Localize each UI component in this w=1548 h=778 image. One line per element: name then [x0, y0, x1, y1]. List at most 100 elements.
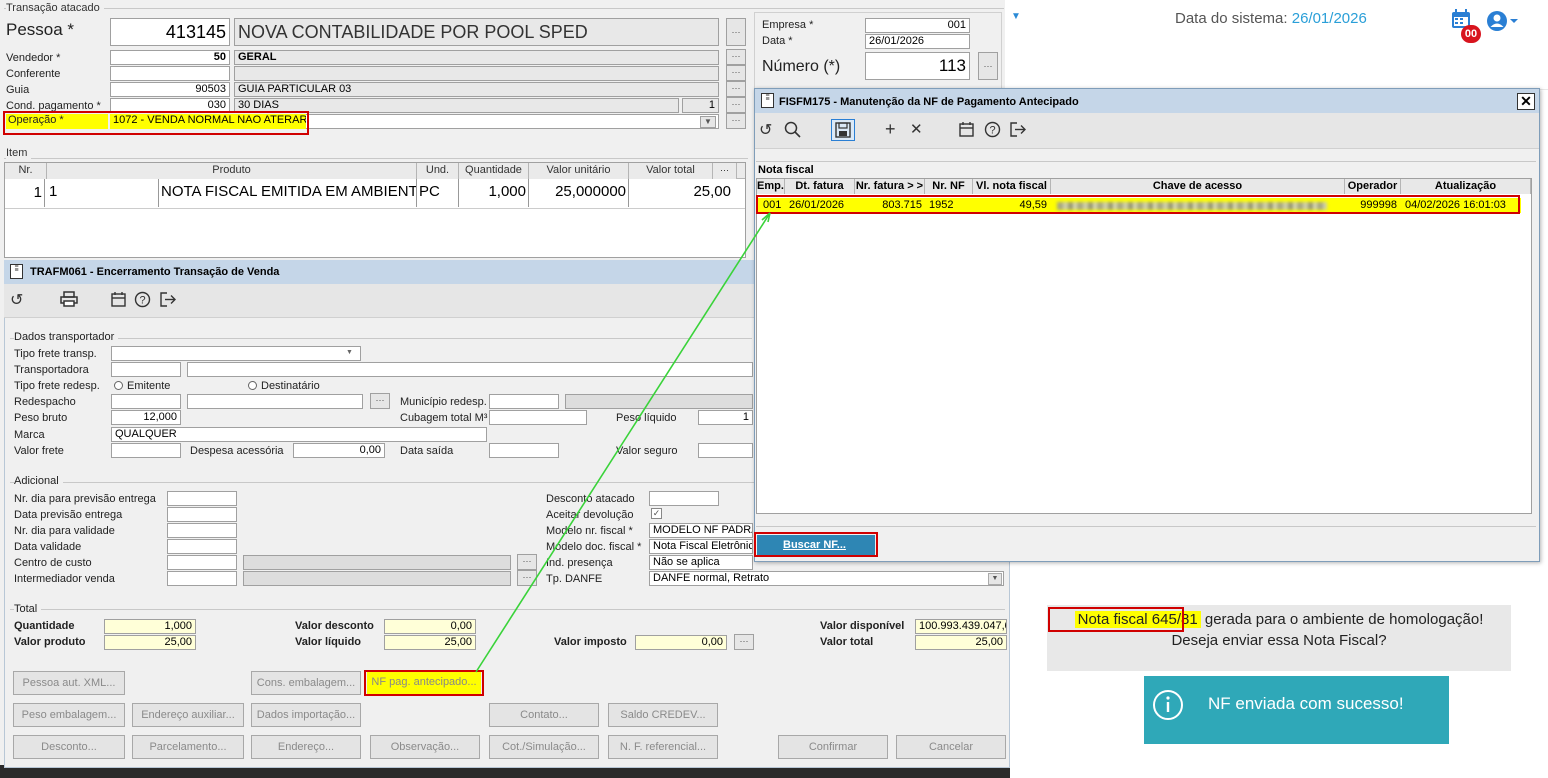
- item-col-config-icon[interactable]: ⋯: [713, 163, 737, 179]
- numero-input[interactable]: 113: [865, 52, 970, 80]
- nf-col-vl-nota[interactable]: Vl. nota fiscal: [973, 179, 1051, 194]
- valor-imposto-lookup-button[interactable]: ⋯: [734, 634, 754, 650]
- data-prev-input[interactable]: [167, 507, 237, 522]
- redespacho-code-input[interactable]: [111, 394, 181, 409]
- parcelamento-button[interactable]: Parcelamento...: [132, 735, 244, 759]
- cons-embalagem-button[interactable]: Cons. embalagem...: [251, 671, 361, 695]
- item-col-produto[interactable]: Produto: [47, 163, 417, 179]
- add-icon[interactable]: +: [885, 119, 896, 140]
- help-icon[interactable]: ?: [134, 291, 151, 313]
- peso-bruto-input[interactable]: 12,000: [111, 410, 181, 425]
- user-avatar-icon[interactable]: [1486, 10, 1520, 32]
- tp-danfe-select[interactable]: DANFE normal, Retrato: [649, 571, 1004, 586]
- ind-presenca-select[interactable]: Não se aplica: [649, 555, 753, 570]
- valor-seguro-label: Valor seguro: [616, 445, 678, 457]
- observacao-button[interactable]: Observação...: [370, 735, 480, 759]
- help-icon[interactable]: ?: [984, 121, 1001, 143]
- nf-referencial-button[interactable]: N. F. referencial...: [608, 735, 718, 759]
- nr-dia-prev-input[interactable]: [167, 491, 237, 506]
- pessoa-code-input[interactable]: 413145: [110, 18, 230, 46]
- pessoa-xml-button[interactable]: Pessoa aut. XML...: [13, 671, 125, 695]
- redespacho-lookup-button[interactable]: ⋯: [370, 393, 390, 409]
- nf-col-atualizacao[interactable]: Atualização: [1401, 179, 1531, 194]
- pessoa-lookup-button[interactable]: ⋯: [726, 18, 746, 46]
- tp-danfe-dropdown-icon[interactable]: ▼: [988, 573, 1002, 585]
- print-icon[interactable]: [60, 291, 78, 312]
- tipo-frete-dropdown-icon[interactable]: ▼: [346, 349, 353, 356]
- data-input[interactable]: 26/01/2026: [865, 34, 970, 49]
- item-col-total[interactable]: Valor total: [629, 163, 713, 179]
- nf-col-nr-nf[interactable]: Nr. NF: [925, 179, 973, 194]
- intermediador-code-input[interactable]: [167, 571, 237, 586]
- tipo-frete-select[interactable]: [111, 346, 361, 361]
- confirmar-button[interactable]: Confirmar: [778, 735, 888, 759]
- tp-danfe-label: Tp. DANFE: [546, 573, 603, 585]
- close-icon[interactable]: ✕: [1517, 93, 1535, 110]
- item-col-unitario[interactable]: Valor unitário: [529, 163, 629, 179]
- despesa-input[interactable]: 0,00: [293, 443, 385, 458]
- destinatario-radio[interactable]: Destinatário: [248, 380, 320, 392]
- redespacho-name-input[interactable]: [187, 394, 363, 409]
- desconto-atacado-input[interactable]: [649, 491, 719, 506]
- intermediador-lookup-button[interactable]: ⋯: [517, 570, 537, 586]
- undo-icon[interactable]: ↺: [759, 120, 772, 140]
- cot-simulacao-button[interactable]: Cot./Simulação...: [489, 735, 599, 759]
- endereco-auxiliar-button[interactable]: Endereço auxiliar...: [132, 703, 244, 727]
- delete-icon[interactable]: ✕: [910, 120, 923, 138]
- transportadora-name-input[interactable]: [187, 362, 753, 377]
- operacao-dropdown-button[interactable]: ▼: [700, 116, 716, 128]
- guia-code-input[interactable]: 90503: [110, 82, 230, 97]
- empresa-input[interactable]: 001: [865, 18, 970, 33]
- marca-input[interactable]: QUALQUER: [111, 427, 487, 442]
- operacao-lookup-button[interactable]: ⋯: [726, 113, 746, 129]
- modelo-doc-fiscal-input[interactable]: Nota Fiscal Eletrônica: [649, 539, 753, 554]
- conferente-lookup-button[interactable]: ⋯: [726, 65, 746, 81]
- data-valid-input[interactable]: [167, 539, 237, 554]
- dropdown-arrow-icon[interactable]: ▼: [1011, 11, 1021, 22]
- municipio-code-input[interactable]: [489, 394, 559, 409]
- desconto-button[interactable]: Desconto...: [13, 735, 125, 759]
- item-col-nr[interactable]: Nr.: [5, 163, 47, 179]
- vendedor-lookup-button[interactable]: ⋯: [726, 49, 746, 65]
- nf-col-chave[interactable]: Chave de acesso: [1051, 179, 1345, 194]
- valor-seguro-input[interactable]: [698, 443, 753, 458]
- undo-icon[interactable]: ↺: [10, 290, 23, 310]
- peso-liquido-input[interactable]: 1: [698, 410, 753, 425]
- numero-lookup-button[interactable]: ⋯: [978, 52, 998, 80]
- item-col-quantidade[interactable]: Quantidade: [459, 163, 529, 179]
- centro-custo-lookup-button[interactable]: ⋯: [517, 554, 537, 570]
- nf-col-dt-fatura[interactable]: Dt. fatura: [785, 179, 855, 194]
- cancelar-button[interactable]: Cancelar: [896, 735, 1006, 759]
- nf-table-header: Emp. Dt. fatura Nr. fatura > > Nr. NF Vl…: [757, 179, 1531, 194]
- save-icon[interactable]: [831, 119, 855, 141]
- centro-custo-code-input[interactable]: [167, 555, 237, 570]
- guia-lookup-button[interactable]: ⋯: [726, 81, 746, 97]
- endereco-button[interactable]: Endereço...: [251, 735, 361, 759]
- calendar-icon[interactable]: [111, 292, 126, 312]
- valor-frete-input[interactable]: [111, 443, 181, 458]
- aceitar-devolucao-checkbox[interactable]: ✓: [651, 508, 662, 519]
- conferente-input[interactable]: [110, 66, 230, 81]
- exit-icon[interactable]: [1010, 122, 1027, 142]
- transportadora-code-input[interactable]: [111, 362, 181, 377]
- notification-badge: 00: [1461, 25, 1481, 43]
- calendar-icon[interactable]: [959, 122, 974, 142]
- table-row[interactable]: 1 1 NOTA FISCAL EMITIDA EM AMBIENTE PC 1…: [5, 179, 745, 209]
- cond-pagamento-lookup-button[interactable]: ⋯: [726, 97, 746, 113]
- data-saida-input[interactable]: [489, 443, 559, 458]
- item-col-und[interactable]: Und.: [417, 163, 459, 179]
- vendedor-code-input[interactable]: 50: [110, 50, 230, 65]
- nf-col-nr-fatura[interactable]: Nr. fatura > >: [855, 179, 925, 194]
- nf-col-emp[interactable]: Emp.: [757, 179, 785, 194]
- saldo-credev-button[interactable]: Saldo CREDEV...: [608, 703, 718, 727]
- emitente-radio[interactable]: Emitente: [114, 380, 170, 392]
- cubagem-input[interactable]: [489, 410, 587, 425]
- nr-dia-valid-input[interactable]: [167, 523, 237, 538]
- modelo-nr-fiscal-input[interactable]: MODELO NF PADRA: [649, 523, 753, 538]
- nf-col-operador[interactable]: Operador: [1345, 179, 1401, 194]
- search-icon[interactable]: [784, 121, 801, 143]
- exit-icon[interactable]: [160, 292, 177, 312]
- dados-importacao-button[interactable]: Dados importação...: [251, 703, 361, 727]
- contato-button[interactable]: Contato...: [489, 703, 599, 727]
- peso-embalagem-button[interactable]: Peso embalagem...: [13, 703, 125, 727]
